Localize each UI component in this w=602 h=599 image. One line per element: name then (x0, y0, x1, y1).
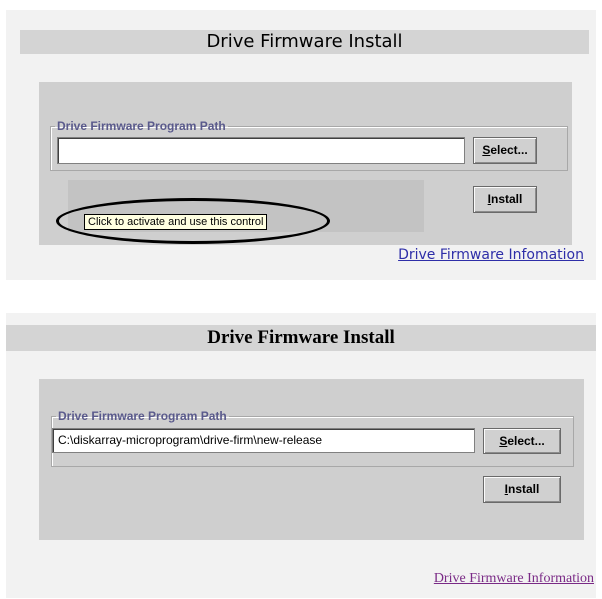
install-button[interactable]: Install (473, 186, 537, 213)
program-path-label: Drive Firmware Program Path (57, 119, 226, 133)
program-path-label: Drive Firmware Program Path (58, 409, 227, 423)
highlight-ellipse (56, 198, 330, 244)
program-path-input[interactable]: C:\diskarray-microprogram\drive-firm\new… (52, 428, 475, 453)
panel-title: Drive Firmware Install (6, 325, 596, 351)
top-install-panel: Drive Firmware Install Drive Firmware Pr… (6, 10, 596, 280)
select-label: elect... (490, 143, 528, 157)
firmware-information-link[interactable]: Drive Firmware Infomation (398, 247, 584, 263)
select-label: elect... (507, 434, 545, 448)
bottom-install-panel: Drive Firmware Install Drive Firmware Pr… (6, 313, 596, 598)
panel-title: Drive Firmware Install (20, 30, 589, 54)
install-label: nstall (491, 192, 523, 206)
install-button[interactable]: Install (483, 476, 561, 503)
select-button[interactable]: Select... (483, 428, 561, 454)
control-area: Drive Firmware Program Path C:\diskarray… (39, 379, 584, 540)
select-button[interactable]: Select... (473, 137, 537, 164)
program-path-input[interactable] (57, 137, 465, 164)
firmware-information-link[interactable]: Drive Firmware Information (434, 571, 594, 587)
install-label: nstall (508, 482, 540, 496)
